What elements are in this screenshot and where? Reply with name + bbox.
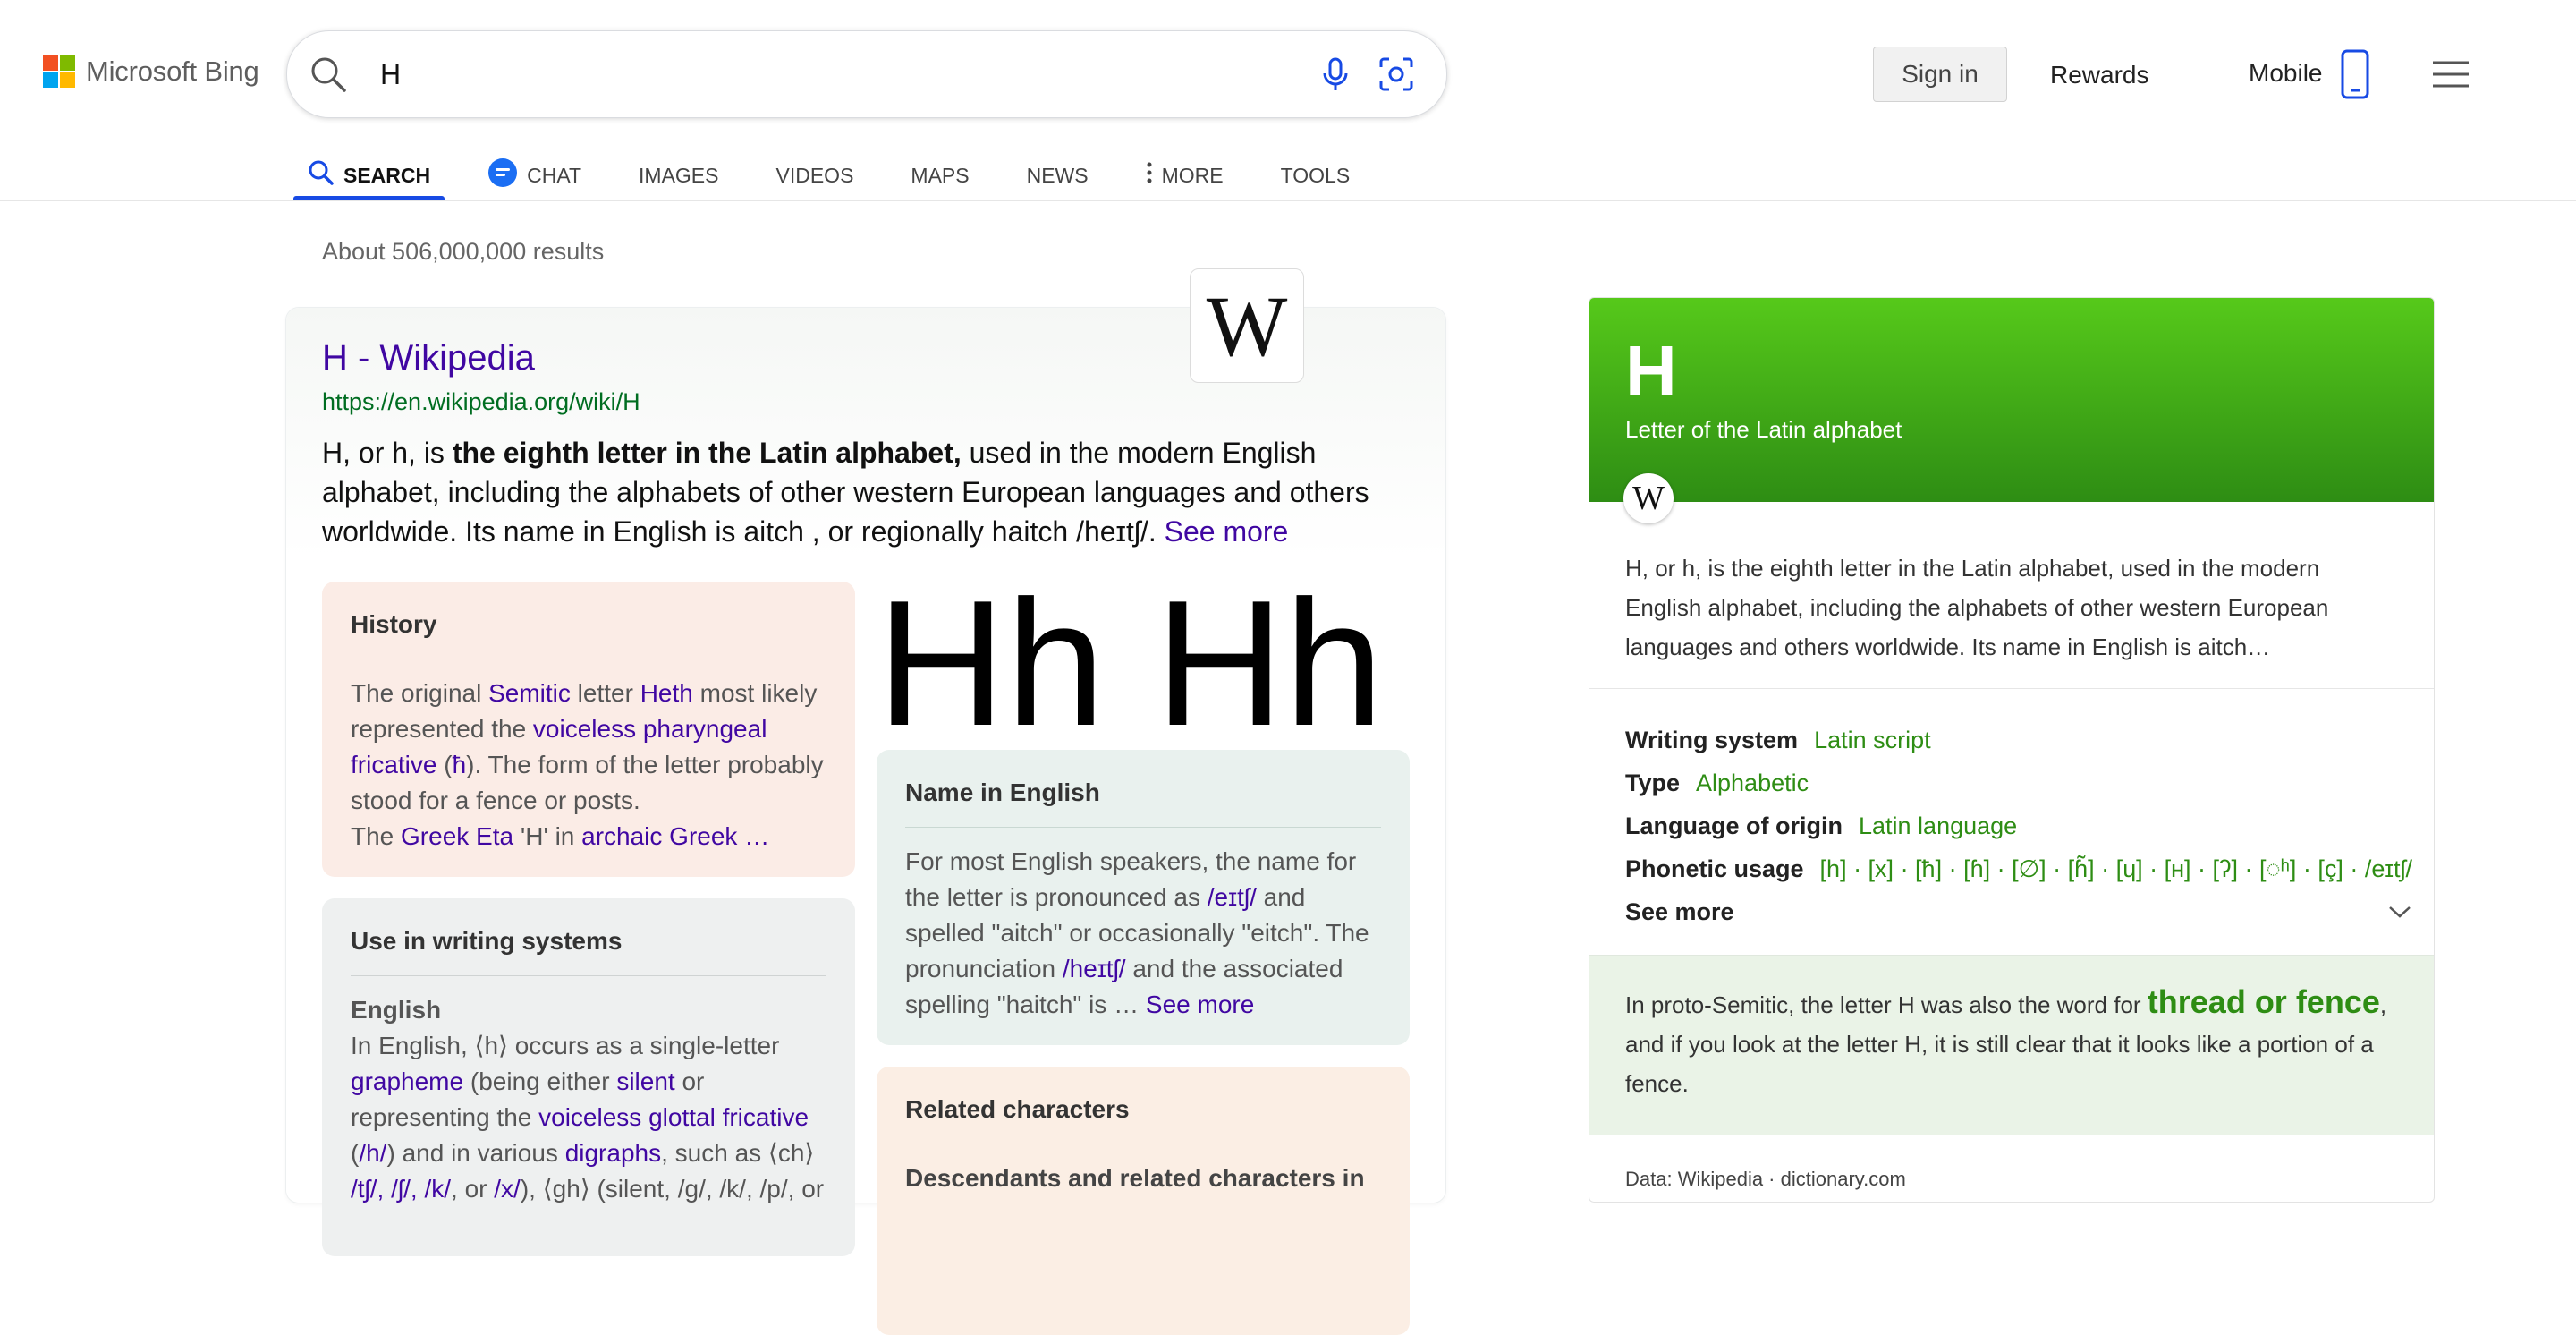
tab-images[interactable]: IMAGES — [639, 150, 718, 200]
entity-subtitle: Letter of the Latin alphabet — [1625, 416, 1902, 443]
tabs-bar: SEARCH CHAT IMAGES VIDEOS MAPS NEWS MORE… — [292, 150, 1407, 200]
tab-tools[interactable]: TOOLS — [1281, 150, 1351, 200]
divider — [1589, 688, 2434, 689]
tab-label: IMAGES — [639, 163, 719, 187]
bing-logo[interactable]: Microsoft Bing — [43, 55, 259, 88]
search-icon — [308, 159, 335, 191]
panel-title: Related characters — [905, 1092, 1381, 1144]
related-characters-panel: Related characters Descendants and relat… — [877, 1067, 1410, 1335]
fact-row: Writing system Latin script — [1625, 727, 1931, 753]
panel-subtitle: English — [351, 996, 442, 1024]
panel-text: For most English speakers, the name for … — [905, 847, 1369, 1018]
knowledge-panel-header: H Letter of the Latin alphabet — [1589, 298, 2434, 502]
more-vertical-icon — [1146, 161, 1153, 190]
search-box[interactable]: H — [286, 30, 1447, 118]
fun-fact-text: In proto-Semitic, the letter H was also … — [1625, 983, 2387, 1097]
history-panel: History The original Semitic letter Heth… — [322, 582, 855, 877]
wikipedia-logo[interactable]: W — [1190, 268, 1304, 383]
tab-more[interactable]: MORE — [1146, 150, 1224, 200]
fun-fact-box: In proto-Semitic, the letter H was also … — [1589, 955, 2434, 1135]
panel-title: Use in writing systems — [351, 923, 826, 976]
panel-text: The original Semitic letter Heth most li… — [351, 679, 824, 850]
tab-search[interactable]: SEARCH — [292, 150, 445, 200]
wikipedia-icon[interactable]: W — [1623, 473, 1674, 523]
entity-title: H — [1625, 331, 1677, 411]
result-snippet: H, or h, is the eighth letter in the Lat… — [322, 437, 1369, 548]
visual-search-icon[interactable] — [1377, 55, 1416, 98]
tab-news[interactable]: NEWS — [1027, 150, 1089, 200]
see-more-link[interactable]: See more — [1165, 515, 1289, 548]
search-input[interactable]: H — [380, 58, 401, 91]
rewards-link[interactable]: Rewards — [2050, 61, 2148, 89]
result-url[interactable]: https://en.wikipedia.org/wiki/H — [322, 388, 640, 416]
phone-icon[interactable] — [2340, 48, 2370, 105]
panel-title: Name in English — [905, 775, 1381, 828]
see-more-toggle[interactable]: See more — [1625, 890, 2412, 933]
fact-row: Type Alphabetic — [1625, 770, 1809, 796]
tab-label: TOOLS — [1280, 163, 1351, 187]
panel-subtitle: Descendants and related characters in — [905, 1164, 1365, 1192]
chevron-down-icon — [2387, 890, 2412, 933]
mobile-link[interactable]: Mobile — [2249, 59, 2322, 88]
panel-title: History — [351, 607, 826, 659]
panel-text: In English, ⟨h⟩ occurs as a single-lette… — [351, 1032, 825, 1203]
tab-label: NEWS — [1026, 163, 1089, 187]
tab-label: MAPS — [911, 163, 970, 187]
svg-text:Hh Hh: Hh Hh — [877, 582, 1384, 730]
fact-row: Language of origin Latin language — [1625, 812, 2018, 839]
see-more-link[interactable]: See more — [1146, 991, 1254, 1018]
tab-label: VIDEOS — [775, 163, 854, 187]
fact-row: Phonetic usage [h] · [x] · [ħ] · [ɦ] · [∅… — [1625, 855, 2412, 882]
knowledge-panel: H Letter of the Latin alphabet W H, or h… — [1589, 297, 2435, 1203]
data-source-footer: Data: Wikipedia · dictionary.com — [1625, 1168, 1906, 1190]
tab-videos[interactable]: VIDEOS — [776, 150, 854, 200]
result-title-link[interactable]: H - Wikipedia — [322, 338, 535, 378]
logo-text: Microsoft Bing — [86, 55, 259, 87]
facts-list: Writing system Latin script Type Alphabeti… — [1625, 719, 2412, 933]
search-icon[interactable] — [309, 55, 348, 98]
results-count: About 506,000,000 results — [322, 238, 605, 265]
entity-description: H, or h, is the eighth letter in the Lat… — [1625, 555, 2329, 660]
chat-icon — [487, 157, 518, 193]
tab-label: CHAT — [527, 163, 582, 187]
microsoft-logo-icon — [43, 55, 75, 88]
tab-maps[interactable]: MAPS — [911, 150, 969, 200]
name-in-english-panel: Name in English For most English speaker… — [877, 750, 1410, 1045]
tab-chat[interactable]: CHAT — [487, 150, 581, 200]
use-in-writing-panel: Use in writing systems English In Englis… — [322, 898, 855, 1256]
hamburger-menu-icon[interactable] — [2431, 59, 2470, 94]
header-divider — [0, 200, 2576, 201]
microphone-icon[interactable] — [1316, 55, 1355, 98]
tab-label: SEARCH — [343, 163, 431, 187]
sign-in-button[interactable]: Sign in — [1873, 47, 2007, 102]
letter-image[interactable]: Hh Hh — [877, 582, 1410, 730]
tab-label: MORE — [1161, 163, 1224, 187]
